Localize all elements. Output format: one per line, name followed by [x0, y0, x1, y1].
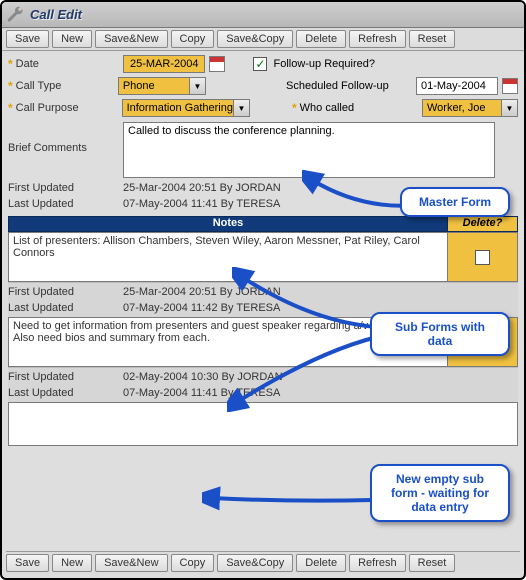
call-purpose-label: Call Purpose: [16, 102, 79, 114]
last-updated-label: Last Updated: [8, 302, 123, 314]
who-called-label: Who called: [300, 102, 354, 114]
save-copy-button[interactable]: Save&Copy: [217, 30, 293, 48]
last-updated-value: 07-May-2004 11:41 By TERESA: [123, 198, 280, 210]
save-button[interactable]: Save: [6, 554, 49, 572]
chevron-down-icon: ▼: [233, 100, 249, 116]
delete-checkbox[interactable]: [475, 250, 490, 265]
toolbar-top: Save New Save&New Copy Save&Copy Delete …: [2, 28, 524, 51]
save-copy-button[interactable]: Save&Copy: [217, 554, 293, 572]
first-updated-label: First Updated: [8, 286, 123, 298]
brief-comments-label: Brief Comments: [8, 142, 87, 154]
sched-followup-label: Scheduled Follow-up: [286, 80, 389, 92]
first-updated-value: 25-Mar-2004 20:51 By JORDAN: [123, 182, 281, 194]
save-button[interactable]: Save: [6, 30, 49, 48]
call-purpose-combo[interactable]: Information Gathering ▼: [122, 99, 250, 117]
save-new-button[interactable]: Save&New: [95, 554, 167, 572]
reset-button[interactable]: Reset: [409, 554, 456, 572]
who-called-combo[interactable]: Worker, Joe ▼: [422, 99, 518, 117]
copy-button[interactable]: Copy: [171, 30, 215, 48]
calendar-icon[interactable]: [209, 56, 225, 72]
call-type-combo[interactable]: Phone ▼: [118, 77, 206, 95]
callout-empty: New empty sub form - waiting for data en…: [370, 464, 510, 522]
first-updated-label: First Updated: [8, 371, 123, 383]
title-bar: Call Edit: [2, 2, 524, 28]
reset-button[interactable]: Reset: [409, 30, 456, 48]
first-updated-label: First Updated: [8, 182, 123, 194]
refresh-button[interactable]: Refresh: [349, 554, 406, 572]
arrow-icon: [202, 480, 377, 520]
refresh-button[interactable]: Refresh: [349, 30, 406, 48]
call-type-label: Call Type: [16, 80, 62, 92]
callout-master: Master Form: [400, 187, 510, 217]
chevron-down-icon: ▼: [189, 78, 205, 94]
save-new-button[interactable]: Save&New: [95, 30, 167, 48]
calendar-icon[interactable]: [502, 78, 518, 94]
delete-header: Delete?: [447, 217, 517, 231]
arrow-icon: [227, 332, 382, 412]
window-title: Call Edit: [30, 7, 82, 22]
sched-followup-field[interactable]: [416, 77, 498, 95]
new-button[interactable]: New: [52, 30, 92, 48]
date-field[interactable]: 25-MAR-2004: [123, 55, 205, 73]
date-label: Date: [16, 58, 39, 70]
chevron-down-icon: ▼: [501, 100, 517, 116]
note-text[interactable]: List of presenters: Allison Chambers, St…: [8, 232, 448, 282]
last-updated-label: Last Updated: [8, 387, 123, 399]
copy-button[interactable]: Copy: [171, 554, 215, 572]
last-updated-label: Last Updated: [8, 198, 123, 210]
delete-button[interactable]: Delete: [296, 554, 346, 572]
followup-label: Follow-up Required?: [273, 58, 375, 70]
callout-subs: Sub Forms with data: [370, 312, 510, 356]
arrow-icon: [232, 267, 382, 337]
followup-checkbox[interactable]: ✓: [253, 57, 267, 71]
toolbar-bottom: Save New Save&New Copy Save&Copy Delete …: [6, 551, 520, 574]
delete-button[interactable]: Delete: [296, 30, 346, 48]
notes-section-header: Notes Delete?: [8, 216, 518, 232]
new-button[interactable]: New: [52, 554, 92, 572]
wrench-icon: [6, 6, 24, 24]
